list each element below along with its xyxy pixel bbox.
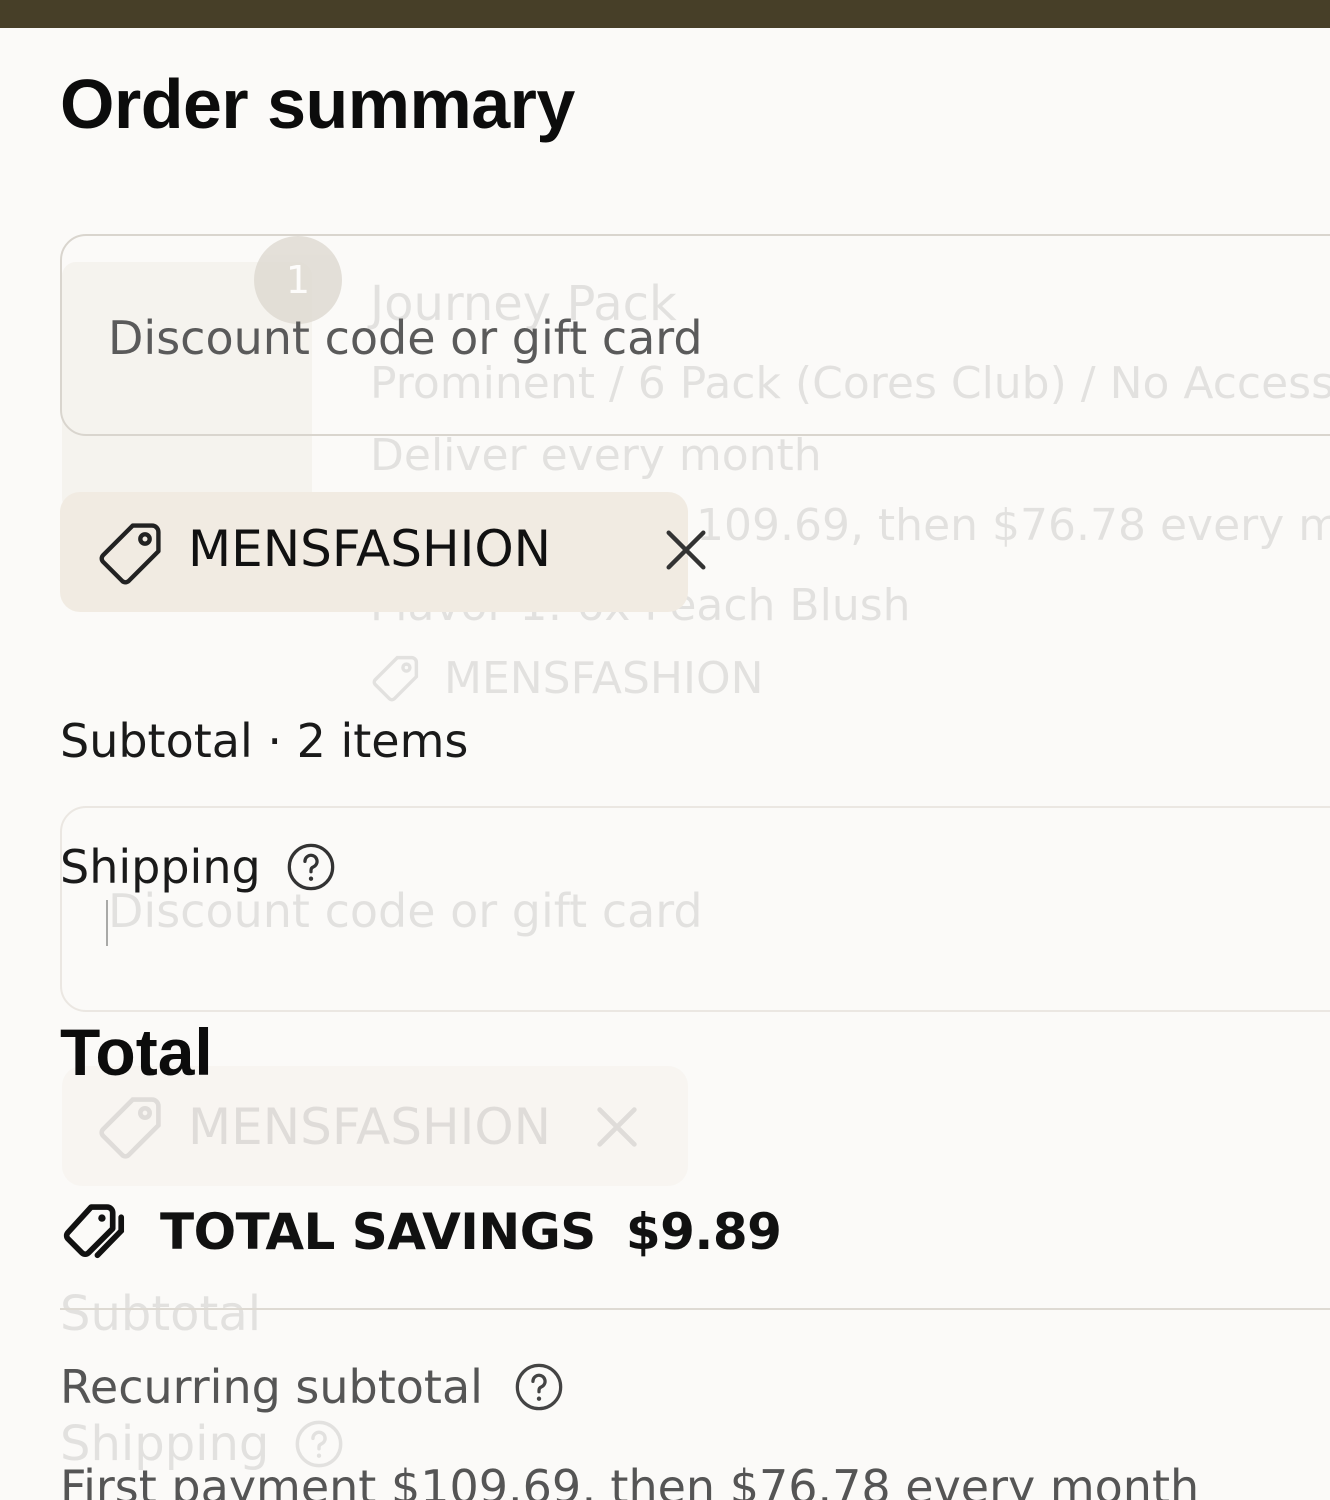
ghost-chip-content: MENSFASHION [96, 1092, 643, 1162]
ghost-subtotal: Subtotal [60, 1286, 262, 1342]
shipping-row: Shipping [60, 840, 337, 894]
shipping-help-icon[interactable] [285, 841, 337, 893]
ghost-chip-label: MENSFASHION [188, 1098, 552, 1156]
applied-code-label: MENSFASHION [188, 520, 552, 578]
discount-field[interactable] [60, 234, 1330, 436]
total-savings: TOTAL SAVINGS $9.89 [60, 1198, 782, 1266]
recurring-payment-note: First payment $109.69, then $76.78 every… [60, 1460, 1200, 1500]
total-label: Total [60, 1015, 213, 1089]
ghost-close-icon [597, 1107, 637, 1147]
ghost-chip-tag-icon [99, 1097, 161, 1159]
ghost-item-price: 109.69, then $76.78 every mon [696, 500, 1330, 551]
applied-discount-chip: MENSFASHION [60, 492, 706, 612]
recurring-subtotal-row: Recurring subtotal [60, 1360, 565, 1414]
discount-input[interactable] [108, 298, 1308, 378]
ghost-tag-icon [372, 655, 419, 702]
subtotal-label: Subtotal · 2 items [60, 714, 469, 768]
tag-icon [99, 523, 161, 585]
shipping-label: Shipping [60, 840, 261, 894]
top-bar [0, 0, 1330, 28]
total-savings-amount: $9.89 [625, 1203, 782, 1261]
recurring-help-icon[interactable] [513, 1361, 565, 1413]
ghost-item-code-text: MENSFASHION [444, 652, 764, 704]
recurring-subtotal-label: Recurring subtotal [60, 1360, 483, 1414]
divider [60, 1308, 1330, 1310]
savings-tags-icon [63, 1204, 125, 1259]
page-title: Order summary [60, 65, 575, 143]
total-savings-label: TOTAL SAVINGS [160, 1203, 596, 1261]
remove-code-close-icon[interactable] [660, 524, 712, 576]
ghost-item-code: MENSFASHION [370, 652, 764, 704]
ghost-item-delivery: Deliver every month [370, 430, 822, 481]
